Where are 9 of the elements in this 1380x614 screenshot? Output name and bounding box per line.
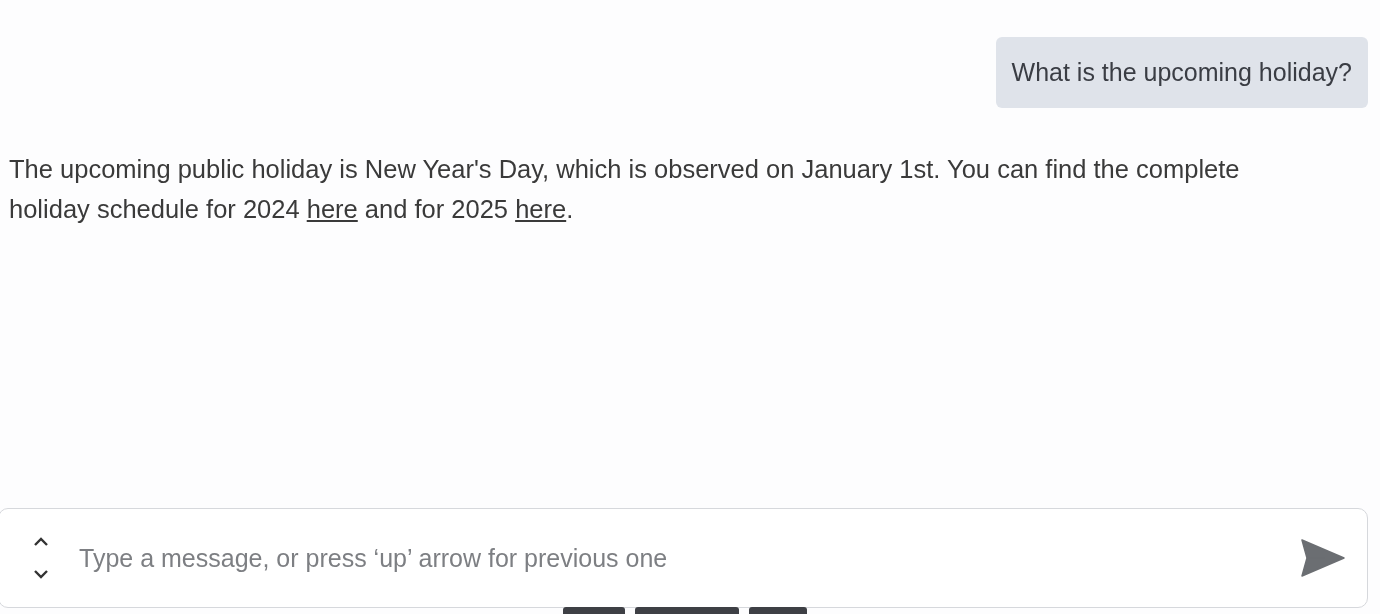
send-icon[interactable] (1301, 539, 1345, 577)
chevron-up-icon[interactable] (33, 537, 49, 547)
message-input[interactable]: Type a message, or press ‘up’ arrow for previous one (77, 537, 1291, 579)
message-composer[interactable]: Type a message, or press ‘up’ arrow for previous one (0, 508, 1368, 608)
user-message: What is the upcoming holiday? (995, 37, 1368, 108)
chevron-down-icon[interactable] (33, 569, 49, 579)
assistant-message: The upcoming public holiday is New Year's Day, which is observed on January 1st. You can find the complete holiday schedule for 2024 here and for 2025 here. (9, 154, 1241, 225)
message-link[interactable]: here (306, 195, 358, 223)
message-link[interactable]: here (515, 195, 567, 223)
